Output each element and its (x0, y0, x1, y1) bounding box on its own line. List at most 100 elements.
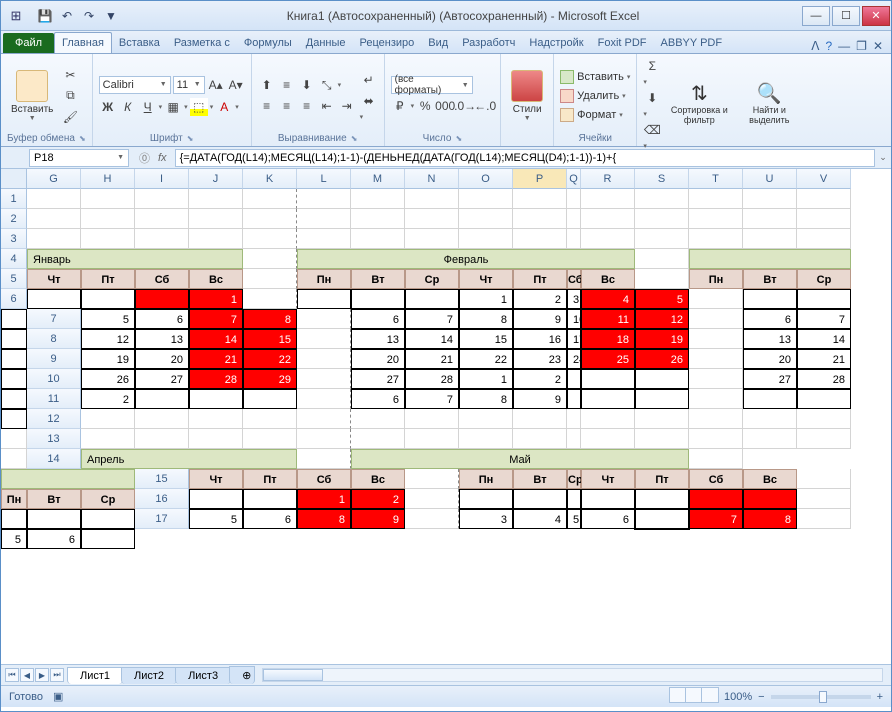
month-header-apr[interactable]: Апрель (81, 449, 297, 469)
cell[interactable] (243, 269, 297, 289)
cal-cell[interactable]: 7 (189, 309, 243, 329)
cell[interactable] (513, 189, 567, 209)
cell[interactable] (689, 429, 743, 449)
cal-cell[interactable] (1, 389, 27, 409)
cell[interactable] (459, 429, 513, 449)
select-all-corner[interactable] (1, 169, 27, 189)
day-header[interactable]: Пт (635, 469, 689, 489)
align-dialog-icon[interactable]: ⬊ (351, 134, 358, 143)
cal-cell[interactable]: 12 (81, 329, 135, 349)
wrap-text-icon[interactable]: ↵ (360, 71, 378, 89)
zoom-level[interactable]: 100% (724, 691, 752, 703)
font-size-select[interactable]: 11▼ (173, 76, 205, 94)
cal-cell[interactable]: 11 (581, 309, 635, 329)
delete-cells-button[interactable]: Удалить ▾ (560, 89, 630, 103)
cal-cell[interactable] (243, 489, 297, 509)
cell[interactable] (243, 409, 297, 429)
cal-cell[interactable]: 5 (635, 289, 689, 309)
cell[interactable] (567, 189, 581, 209)
cal-cell[interactable]: 14 (797, 329, 851, 349)
day-header[interactable]: Пн (689, 269, 743, 289)
cal-cell[interactable]: 18 (581, 329, 635, 349)
row-header[interactable]: 8 (27, 329, 81, 349)
shrink-font-icon[interactable]: A▾ (227, 76, 245, 94)
cell[interactable] (27, 189, 81, 209)
day-header[interactable]: Вс (189, 269, 243, 289)
cell[interactable] (797, 409, 851, 429)
cell[interactable] (135, 189, 189, 209)
day-header[interactable]: Пн (297, 269, 351, 289)
sheet-tab-new[interactable]: ⊕ (229, 666, 255, 684)
cell[interactable] (189, 229, 243, 249)
save-icon[interactable]: 💾 (35, 6, 55, 26)
cal-cell[interactable] (689, 489, 743, 509)
cell[interactable] (297, 389, 351, 409)
cell[interactable] (297, 429, 351, 449)
sheet-tab[interactable]: Лист2 (121, 667, 177, 684)
col-header[interactable]: N (405, 169, 459, 189)
cell[interactable] (243, 249, 297, 269)
cal-cell[interactable]: 13 (135, 329, 189, 349)
cal-cell[interactable]: 24 (567, 349, 581, 369)
number-dialog-icon[interactable]: ⬊ (455, 134, 462, 143)
cell[interactable] (743, 409, 797, 429)
tab-abbyy[interactable]: ABBYY PDF (654, 33, 730, 53)
day-header[interactable]: Ср (405, 269, 459, 289)
font-color-icon[interactable]: A (215, 98, 233, 116)
cell[interactable] (81, 409, 135, 429)
cell[interactable] (351, 409, 405, 429)
cal-cell[interactable]: 2 (513, 369, 567, 389)
sheet-tab[interactable]: Лист3 (175, 667, 231, 684)
cal-cell[interactable]: 26 (635, 349, 689, 369)
font-name-select[interactable]: Calibri▼ (99, 76, 171, 94)
cal-cell[interactable]: 15 (459, 329, 513, 349)
zoom-out-icon[interactable]: − (758, 691, 764, 703)
bold-icon[interactable]: Ж (99, 98, 117, 116)
cell[interactable] (405, 409, 459, 429)
help-icon[interactable]: ? (825, 39, 832, 53)
row-header[interactable]: 11 (27, 389, 81, 409)
cell[interactable] (689, 289, 743, 309)
cal-cell[interactable] (635, 369, 689, 389)
cal-cell[interactable] (567, 489, 581, 509)
cell[interactable] (635, 209, 689, 229)
formula-bar[interactable]: {=ДАТА(ГОД(L14);МЕСЯЦ(L14);1-1)-(ДЕНЬНЕД… (175, 149, 875, 167)
cell[interactable] (351, 429, 405, 449)
currency-icon[interactable]: ₽ (391, 97, 409, 115)
cal-cell[interactable]: 5 (567, 509, 581, 529)
cell[interactable] (567, 429, 581, 449)
cal-cell[interactable]: 3 (459, 509, 513, 529)
cell[interactable] (513, 209, 567, 229)
cell[interactable] (189, 409, 243, 429)
sheet-nav-last-icon[interactable]: ⏭ (50, 668, 64, 682)
cal-cell[interactable] (1, 349, 27, 369)
cell[interactable] (297, 309, 351, 329)
cell[interactable] (405, 429, 459, 449)
fill-color-icon[interactable]: ⬚ (190, 98, 208, 116)
day-header[interactable]: Чт (459, 269, 513, 289)
day-header[interactable]: Вт (743, 269, 797, 289)
cell[interactable] (351, 209, 405, 229)
row-header[interactable]: 6 (1, 289, 27, 309)
cell[interactable] (689, 209, 743, 229)
cell[interactable] (297, 329, 351, 349)
col-header[interactable]: H (81, 169, 135, 189)
cal-cell[interactable]: 19 (81, 349, 135, 369)
tab-data[interactable]: Данные (299, 33, 353, 53)
cell[interactable] (135, 209, 189, 229)
cal-cell[interactable] (567, 389, 581, 409)
cell[interactable] (27, 209, 81, 229)
insert-cells-button[interactable]: Вставить ▾ (560, 70, 630, 84)
cal-cell[interactable]: 7 (405, 389, 459, 409)
sheet-nav-first-icon[interactable]: ⏮ (5, 668, 19, 682)
cell[interactable] (1, 449, 27, 469)
cell[interactable] (81, 209, 135, 229)
day-header[interactable]: Пт (81, 269, 135, 289)
cal-cell[interactable] (635, 389, 689, 409)
cal-cell[interactable] (351, 289, 405, 309)
align-bottom-icon[interactable]: ⬇ (298, 76, 316, 94)
underline-icon[interactable]: Ч (139, 98, 157, 116)
cal-cell[interactable]: 6 (581, 509, 635, 529)
cell[interactable] (297, 209, 351, 229)
col-header[interactable]: J (189, 169, 243, 189)
